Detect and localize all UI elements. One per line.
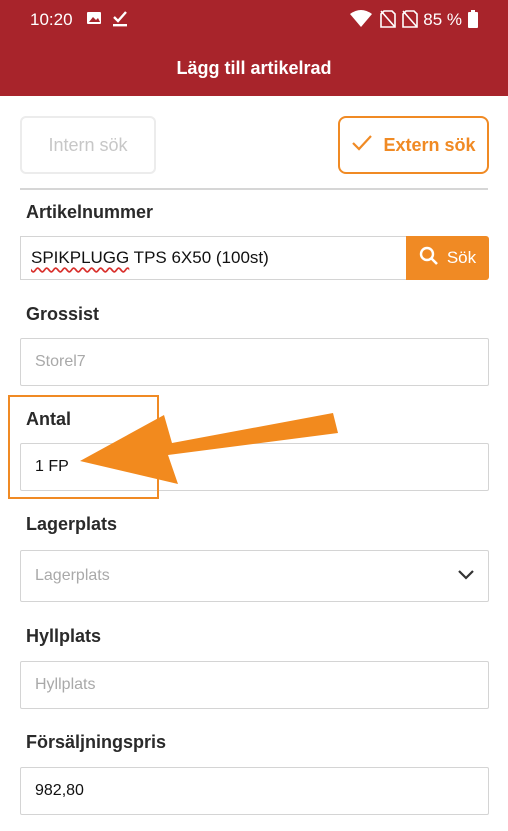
storage-select[interactable]: Lagerplats xyxy=(20,550,489,602)
shelf-field[interactable]: Hyllplats xyxy=(20,661,489,709)
shelf-label: Hyllplats xyxy=(26,626,102,646)
price-label: Försäljningspris xyxy=(26,732,167,752)
storage-placeholder: Lagerplats xyxy=(35,567,110,584)
chevron-down-icon xyxy=(458,567,474,585)
price-field[interactable]: 982,80 xyxy=(20,767,489,815)
storage-label: Lagerplats xyxy=(26,514,118,534)
